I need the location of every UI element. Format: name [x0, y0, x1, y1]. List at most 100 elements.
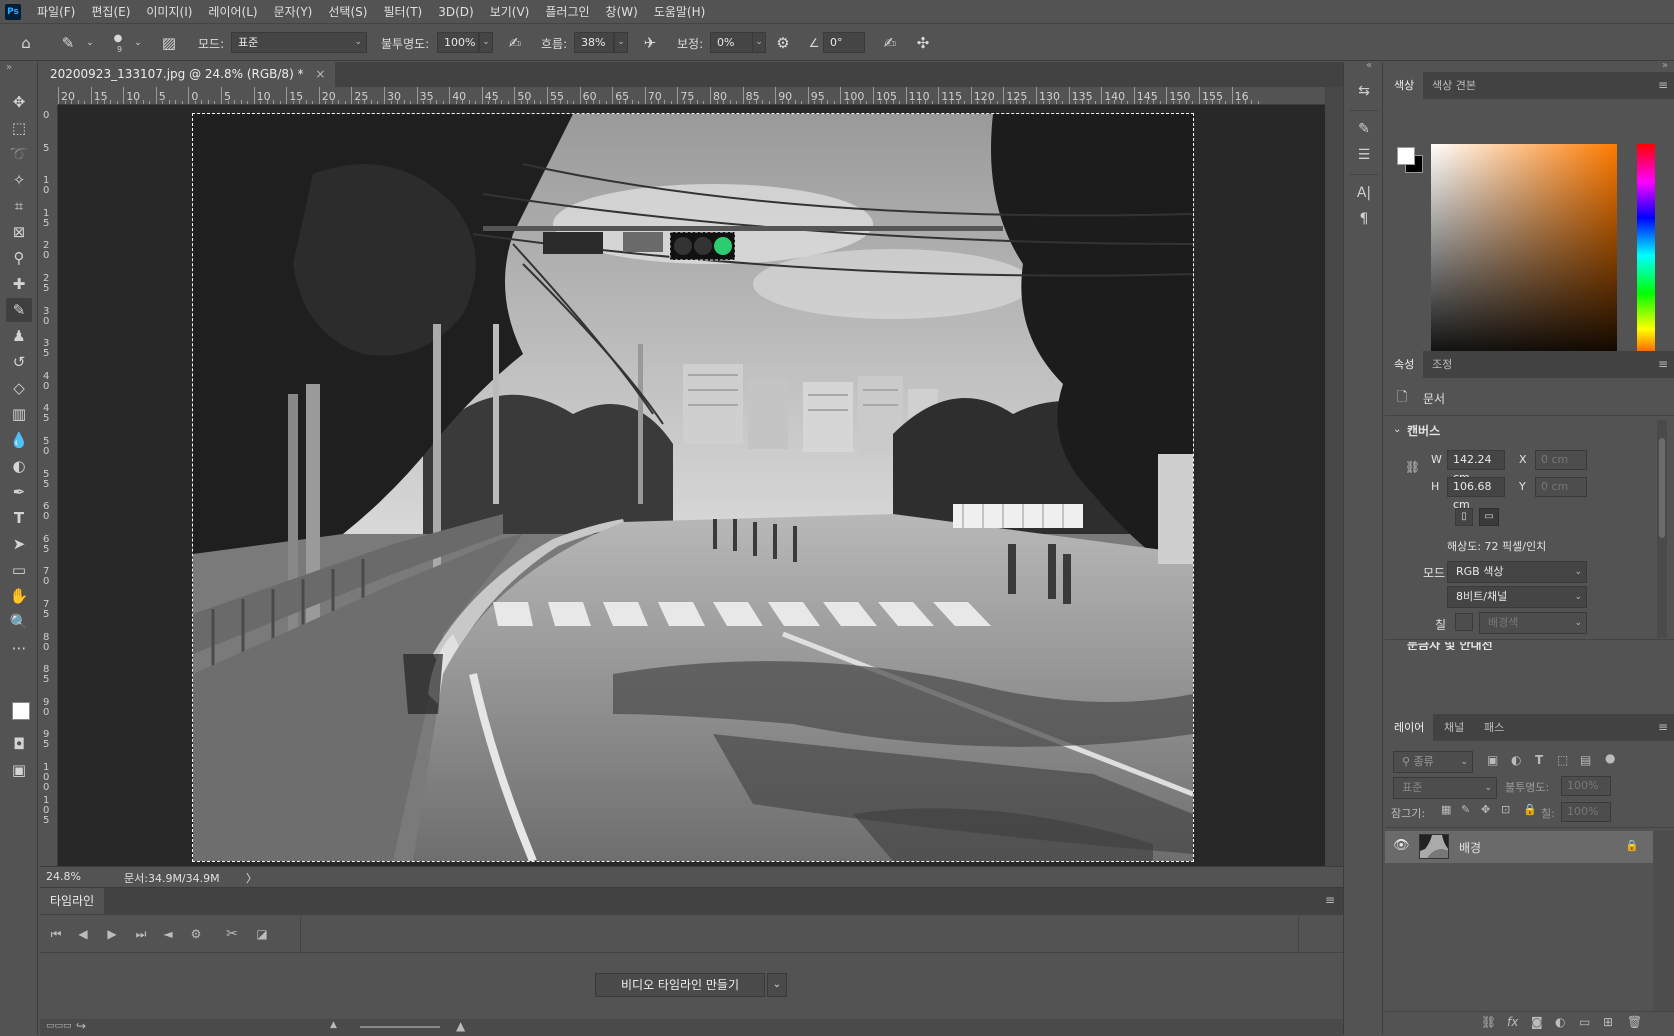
- tab-adjustments[interactable]: 조정: [1423, 351, 1461, 378]
- adjustment-layer-icon[interactable]: ◐: [1555, 1015, 1565, 1029]
- mode-select[interactable]: 표준 ⌄: [231, 32, 367, 53]
- menu-3d[interactable]: 3D(D): [430, 0, 481, 24]
- pressure-size-icon[interactable]: ✍: [880, 33, 900, 53]
- horizontal-ruler[interactable]: 20 15 10 5 0 5 10 15 20 25 30 35 40 45 50 55 60 65 70 75 80 8…: [58, 87, 1325, 105]
- convert-icon[interactable]: ↪: [76, 1019, 86, 1033]
- menu-help[interactable]: 도움말(H): [646, 0, 714, 24]
- timeline-menu-icon[interactable]: ≡: [1325, 893, 1335, 907]
- lock-icon[interactable]: 🔒: [1625, 839, 1639, 852]
- panel-menu-icon[interactable]: ≡: [1658, 720, 1668, 734]
- settings-gear-icon[interactable]: ⚙: [186, 924, 206, 944]
- previous-frame-icon[interactable]: ◀︎: [73, 924, 93, 944]
- type-tool-icon[interactable]: T: [6, 506, 32, 530]
- layer-filter-select[interactable]: ⚲ 종류 ⌄: [1393, 751, 1473, 773]
- layer-name[interactable]: 배경: [1459, 839, 1481, 856]
- new-layer-icon[interactable]: ⊞: [1603, 1015, 1613, 1029]
- layers-scrollbar[interactable]: [1653, 831, 1674, 1011]
- collapse-icon[interactable]: »: [1662, 60, 1668, 71]
- frame-animation-icon[interactable]: ▭▭▭: [46, 1021, 72, 1031]
- collapse-icon[interactable]: »: [6, 62, 12, 73]
- opacity-input[interactable]: 100%: [437, 32, 479, 53]
- pressure-opacity-icon[interactable]: ✍: [505, 33, 525, 53]
- eyedropper-tool-icon[interactable]: ⚲: [6, 246, 32, 270]
- chevron-down-icon[interactable]: ⌄: [128, 33, 148, 53]
- menu-file[interactable]: 파일(F): [29, 0, 83, 24]
- link-layers-icon[interactable]: ⛓: [1481, 1015, 1496, 1029]
- marquee-tool-icon[interactable]: ⬚: [6, 116, 32, 140]
- chevron-down-icon[interactable]: ⌄: [80, 33, 100, 53]
- crop-tool-icon[interactable]: ⌗: [6, 194, 32, 218]
- blend-mode-select[interactable]: 표준 ⌄: [1393, 777, 1497, 799]
- adjustment-filter-icon[interactable]: ◐: [1511, 753, 1521, 767]
- gear-icon[interactable]: ⚙: [773, 33, 793, 53]
- zoom-in-icon[interactable]: ▲: [456, 1019, 465, 1033]
- panel-menu-icon[interactable]: ≡: [1658, 78, 1668, 92]
- brush-preset-icon[interactable]: ✎: [58, 33, 78, 53]
- vertical-scrollbar[interactable]: [1325, 87, 1343, 873]
- height-input[interactable]: 106.68 cm: [1447, 477, 1505, 511]
- status-menu-arrow[interactable]: 〉: [246, 870, 257, 886]
- eraser-tool-icon[interactable]: ◇: [6, 376, 32, 400]
- healing-brush-tool-icon[interactable]: ✚: [6, 272, 32, 296]
- portrait-orientation-icon[interactable]: ▯: [1455, 508, 1473, 526]
- rectangle-tool-icon[interactable]: ▭: [6, 558, 32, 582]
- menu-window[interactable]: 창(W): [598, 0, 646, 24]
- adjustments-icon[interactable]: ☰: [1353, 144, 1375, 166]
- layer-opacity-input[interactable]: 100%: [1561, 776, 1611, 796]
- history-panel-icon[interactable]: ⇆: [1353, 80, 1375, 102]
- canvas-section-title[interactable]: 캔버스: [1407, 422, 1440, 439]
- brush-tool-icon[interactable]: ✎: [6, 298, 32, 322]
- tab-channels[interactable]: 채널: [1435, 714, 1473, 741]
- next-frame-icon[interactable]: ⏭: [131, 924, 151, 944]
- frame-tool-icon[interactable]: ⊠: [6, 220, 32, 244]
- fx-icon[interactable]: fx: [1507, 1015, 1518, 1029]
- shape-filter-icon[interactable]: ⬚: [1557, 753, 1568, 767]
- zoom-tool-icon[interactable]: 🔍: [6, 610, 32, 634]
- opacity-dropdown[interactable]: ⌄: [479, 32, 493, 53]
- ruler-corner[interactable]: [40, 87, 58, 105]
- timeline-tab[interactable]: 타임라인: [40, 888, 105, 914]
- menu-view[interactable]: 보기(V): [482, 0, 538, 24]
- color-field[interactable]: [1431, 144, 1617, 367]
- character-panel-icon[interactable]: A|: [1353, 182, 1375, 204]
- foreground-color-swatch[interactable]: [12, 702, 30, 720]
- zoom-out-icon[interactable]: ▲: [330, 1020, 337, 1030]
- transition-icon[interactable]: ◪: [252, 924, 272, 944]
- zoom-slider[interactable]: [360, 1026, 440, 1028]
- tab-layers[interactable]: 레이어: [1385, 714, 1434, 741]
- flow-input[interactable]: 38%: [574, 32, 614, 53]
- vertical-ruler[interactable]: 0 5 10 15 20 25 30 35 40 45 50 55 60 65 70 75 80 85 90 95 10…: [40, 105, 58, 873]
- y-input[interactable]: 0 cm: [1535, 477, 1587, 497]
- lock-artboard-icon[interactable]: ⊡: [1501, 803, 1510, 816]
- gradient-tool-icon[interactable]: ▥: [6, 402, 32, 426]
- menu-layer[interactable]: 레이어(L): [200, 0, 265, 24]
- lock-all-icon[interactable]: 🔒: [1523, 803, 1537, 816]
- lock-transparency-icon[interactable]: ▦: [1441, 803, 1451, 816]
- properties-scroll-thumb[interactable]: [1659, 438, 1665, 538]
- menu-filter[interactable]: 필터(T): [375, 0, 430, 24]
- play-icon[interactable]: ▶: [102, 924, 122, 944]
- rulers-section-title[interactable]: 눈금자 및 안내선: [1407, 642, 1493, 650]
- layer-mask-icon[interactable]: ◙: [1531, 1015, 1543, 1029]
- stamp-tool-icon[interactable]: ♟: [6, 324, 32, 348]
- tab-swatches[interactable]: 색상 견본: [1423, 72, 1485, 99]
- lock-pixels-icon[interactable]: ✎: [1461, 803, 1470, 816]
- audio-icon[interactable]: ◄: [158, 924, 178, 944]
- group-folder-icon[interactable]: ▭: [1579, 1015, 1590, 1029]
- menu-type[interactable]: 문자(Y): [266, 0, 321, 24]
- paragraph-panel-icon[interactable]: ¶: [1353, 208, 1375, 230]
- dodge-tool-icon[interactable]: ◐: [6, 454, 32, 478]
- menu-edit[interactable]: 편집(E): [83, 0, 138, 24]
- lock-position-icon[interactable]: ✥: [1481, 803, 1490, 816]
- angle-input[interactable]: 0°: [823, 32, 865, 53]
- landscape-orientation-icon[interactable]: ▭: [1479, 508, 1499, 526]
- smoothing-input[interactable]: 0%: [710, 32, 754, 53]
- foreground-color-swatch[interactable]: [1397, 147, 1415, 165]
- zoom-level[interactable]: 24.8%: [46, 870, 81, 883]
- pen-tool-icon[interactable]: ✒: [6, 480, 32, 504]
- menu-image[interactable]: 이미지(I): [138, 0, 200, 24]
- collapse-icon[interactable]: «: [1366, 60, 1372, 71]
- history-brush-tool-icon[interactable]: ↺: [6, 350, 32, 374]
- width-input[interactable]: 142.24 cm: [1447, 450, 1505, 484]
- home-icon[interactable]: ⌂: [16, 33, 36, 53]
